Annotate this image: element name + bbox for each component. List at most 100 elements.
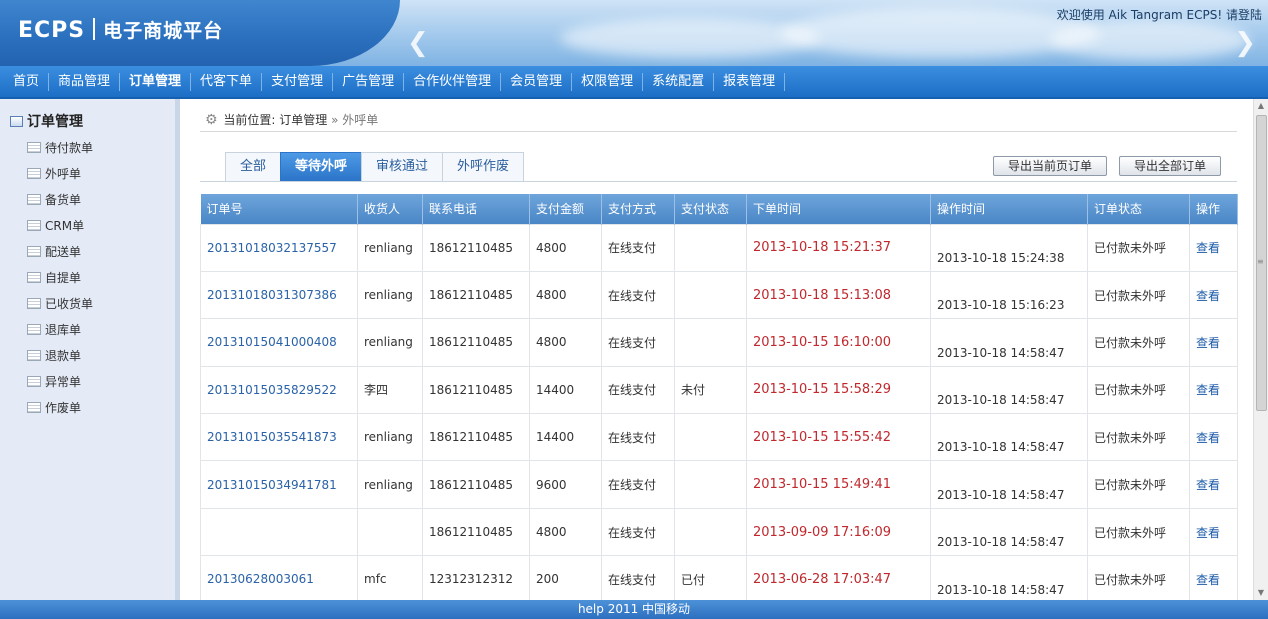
folder-icon xyxy=(10,116,23,127)
order-id-link[interactable]: 20131018032137557 xyxy=(200,223,358,272)
order-status-cell: 已付款未外呼 xyxy=(1087,223,1190,272)
order-time-cell: 2013-10-15 15:58:29 xyxy=(746,365,931,415)
column-header: 订单号 xyxy=(200,194,358,224)
sidebar-item[interactable]: 退库单 xyxy=(27,321,93,347)
breadcrumb: ⚙ 当前位置: 订单管理 » 外呼单 xyxy=(205,111,378,128)
document-icon xyxy=(27,298,41,309)
receiver-cell: renliang xyxy=(357,318,423,367)
receiver-cell xyxy=(357,507,423,557)
sidebar-item[interactable]: 备货单 xyxy=(27,191,93,217)
sidebar-item[interactable]: 异常单 xyxy=(27,373,93,399)
main-nav: 首页 商品管理 订单管理 代客下单 支付管理 广告管理 合作伙伴管理 会员管理 权限管理 系统配置… xyxy=(0,66,1268,99)
tab[interactable]: 外呼作废 xyxy=(442,152,525,182)
pay-method-cell: 在线支付 xyxy=(601,555,675,600)
order-status-cell: 已付款未外呼 xyxy=(1087,270,1190,320)
orders-table: 订单号 收货人 联系电话 支付金额 支付方式 支付状态 下单时间 操作时间 订单状态 操作 201… xyxy=(200,194,1238,600)
nav-item[interactable]: 广告管理 xyxy=(333,72,405,91)
nav-item[interactable]: 商品管理 xyxy=(49,72,121,91)
tab[interactable]: 等待外呼 xyxy=(280,152,362,182)
order-id-link[interactable]: 20131015035541873 xyxy=(200,413,358,462)
view-link[interactable]: 查看 xyxy=(1189,270,1238,320)
table-row: 20130628003061 mfc 12312312312 200 在线支付 已付 201… xyxy=(200,555,1238,600)
op-time-cell: 2013-10-18 14:58:47 xyxy=(930,555,1088,600)
pay-method-cell: 在线支付 xyxy=(601,223,675,272)
view-link[interactable]: 查看 xyxy=(1189,460,1238,509)
receiver-cell: renliang xyxy=(357,223,423,272)
sidebar-item[interactable]: 作废单 xyxy=(27,399,93,425)
order-id-link[interactable] xyxy=(200,507,358,557)
pay-status-cell xyxy=(674,270,747,320)
sidebar-item-label: 配送单 xyxy=(45,245,82,259)
column-header: 联系电话 xyxy=(422,194,530,224)
order-status-cell: 已付款未外呼 xyxy=(1087,365,1190,415)
nav-item[interactable]: 订单管理 xyxy=(120,72,192,91)
scroll-up-icon[interactable]: ▲ xyxy=(1254,99,1268,113)
order-id-link[interactable]: 20131018031307386 xyxy=(200,270,358,320)
receiver-cell: 李四 xyxy=(357,365,423,415)
nav-item[interactable]: 合作伙伴管理 xyxy=(404,72,502,91)
welcome-text[interactable]: 欢迎使用 Aik Tangram ECPS! 请登陆 xyxy=(1057,6,1262,23)
pay-method-cell: 在线支付 xyxy=(601,460,675,509)
divider xyxy=(200,131,1237,132)
order-id-link[interactable]: 20130628003061 xyxy=(200,555,358,600)
breadcrumb-prefix: 当前位置: xyxy=(223,113,276,127)
view-link[interactable]: 查看 xyxy=(1189,365,1238,415)
sidebar-item[interactable]: 配送单 xyxy=(27,243,93,269)
nav-item[interactable]: 会员管理 xyxy=(501,72,573,91)
nav-item[interactable]: 权限管理 xyxy=(572,72,644,91)
op-time-cell: 2013-10-18 14:58:47 xyxy=(930,413,1088,462)
pay-status-cell xyxy=(674,460,747,509)
order-time-cell: 2013-06-28 17:03:47 xyxy=(746,555,931,600)
chevron-left-icon[interactable]: ❮ xyxy=(407,30,429,56)
order-status-cell: 已付款未外呼 xyxy=(1087,318,1190,367)
sidebar-item[interactable]: 已收货单 xyxy=(27,295,93,321)
sidebar-menu: 待付款单 外呼单备货单 CRM单配送单自提单 已收货单 退库单 退款单 异常单作废单 xyxy=(27,139,93,425)
amount-cell: 4800 xyxy=(529,270,602,320)
view-link[interactable]: 查看 xyxy=(1189,507,1238,557)
op-time-cell: 2013-10-18 14:58:47 xyxy=(930,460,1088,509)
export-all-button[interactable]: 导出全部订单 xyxy=(1119,156,1222,176)
tab[interactable]: 全部 xyxy=(225,152,281,182)
export-current-page-button[interactable]: 导出当前页订单 xyxy=(993,156,1108,176)
sidebar-item[interactable]: 退款单 xyxy=(27,347,93,373)
column-header: 下单时间 xyxy=(746,194,931,224)
nav-item[interactable]: 支付管理 xyxy=(262,72,334,91)
scrollbar[interactable]: ▲ ≡ ▼ xyxy=(1253,99,1268,600)
order-time-cell: 2013-10-15 16:10:00 xyxy=(746,318,931,367)
order-id-link[interactable]: 20131015041000408 xyxy=(200,318,358,367)
sidebar-item-label: 备货单 xyxy=(45,193,82,207)
order-id-link[interactable]: 20131015034941781 xyxy=(200,460,358,509)
sidebar-item[interactable]: CRM单 xyxy=(27,217,93,243)
order-time-cell: 2013-10-15 15:49:41 xyxy=(746,460,931,509)
breadcrumb-section[interactable]: 订单管理 xyxy=(279,113,327,127)
document-icon xyxy=(27,376,41,387)
sidebar-item[interactable]: 自提单 xyxy=(27,269,93,295)
gear-icon: ⚙ xyxy=(205,112,218,128)
nav-item[interactable]: 报表管理 xyxy=(714,72,786,91)
view-link[interactable]: 查看 xyxy=(1189,555,1238,600)
sidebar-item[interactable]: 待付款单 xyxy=(27,139,93,165)
chevron-right-icon[interactable]: ❯ xyxy=(1234,30,1256,56)
sidebar-title[interactable]: 订单管理 xyxy=(10,111,83,131)
view-link[interactable]: 查看 xyxy=(1189,223,1238,272)
logo[interactable]: ECPS 电子商城平台 xyxy=(18,16,223,43)
document-icon xyxy=(27,168,41,179)
table-row: 20131015041000408 renliang 18612110485 4800… xyxy=(200,318,1238,367)
nav-item[interactable]: 代客下单 xyxy=(191,72,263,91)
nav-item[interactable]: 首页 xyxy=(4,72,50,91)
view-link[interactable]: 查看 xyxy=(1189,318,1238,367)
order-id-link[interactable]: 20131015035829522 xyxy=(200,365,358,415)
sidebar: 订单管理 待付款单 外呼单备货单 CRM单配送单自提单 已收货单 退库单 退款单 异常单作废… xyxy=(0,99,180,600)
pay-method-cell: 在线支付 xyxy=(601,318,675,367)
sidebar-item-label: 作废单 xyxy=(45,401,82,415)
receiver-cell: renliang xyxy=(357,413,423,462)
nav-item[interactable]: 系统配置 xyxy=(643,72,715,91)
document-icon xyxy=(27,350,41,361)
sidebar-item[interactable]: 外呼单 xyxy=(27,165,93,191)
amount-cell: 4800 xyxy=(529,223,602,272)
document-icon xyxy=(27,246,41,257)
document-icon xyxy=(27,194,41,205)
scroll-down-icon[interactable]: ▼ xyxy=(1254,586,1268,600)
tab[interactable]: 审核通过 xyxy=(361,152,443,182)
view-link[interactable]: 查看 xyxy=(1189,413,1238,462)
